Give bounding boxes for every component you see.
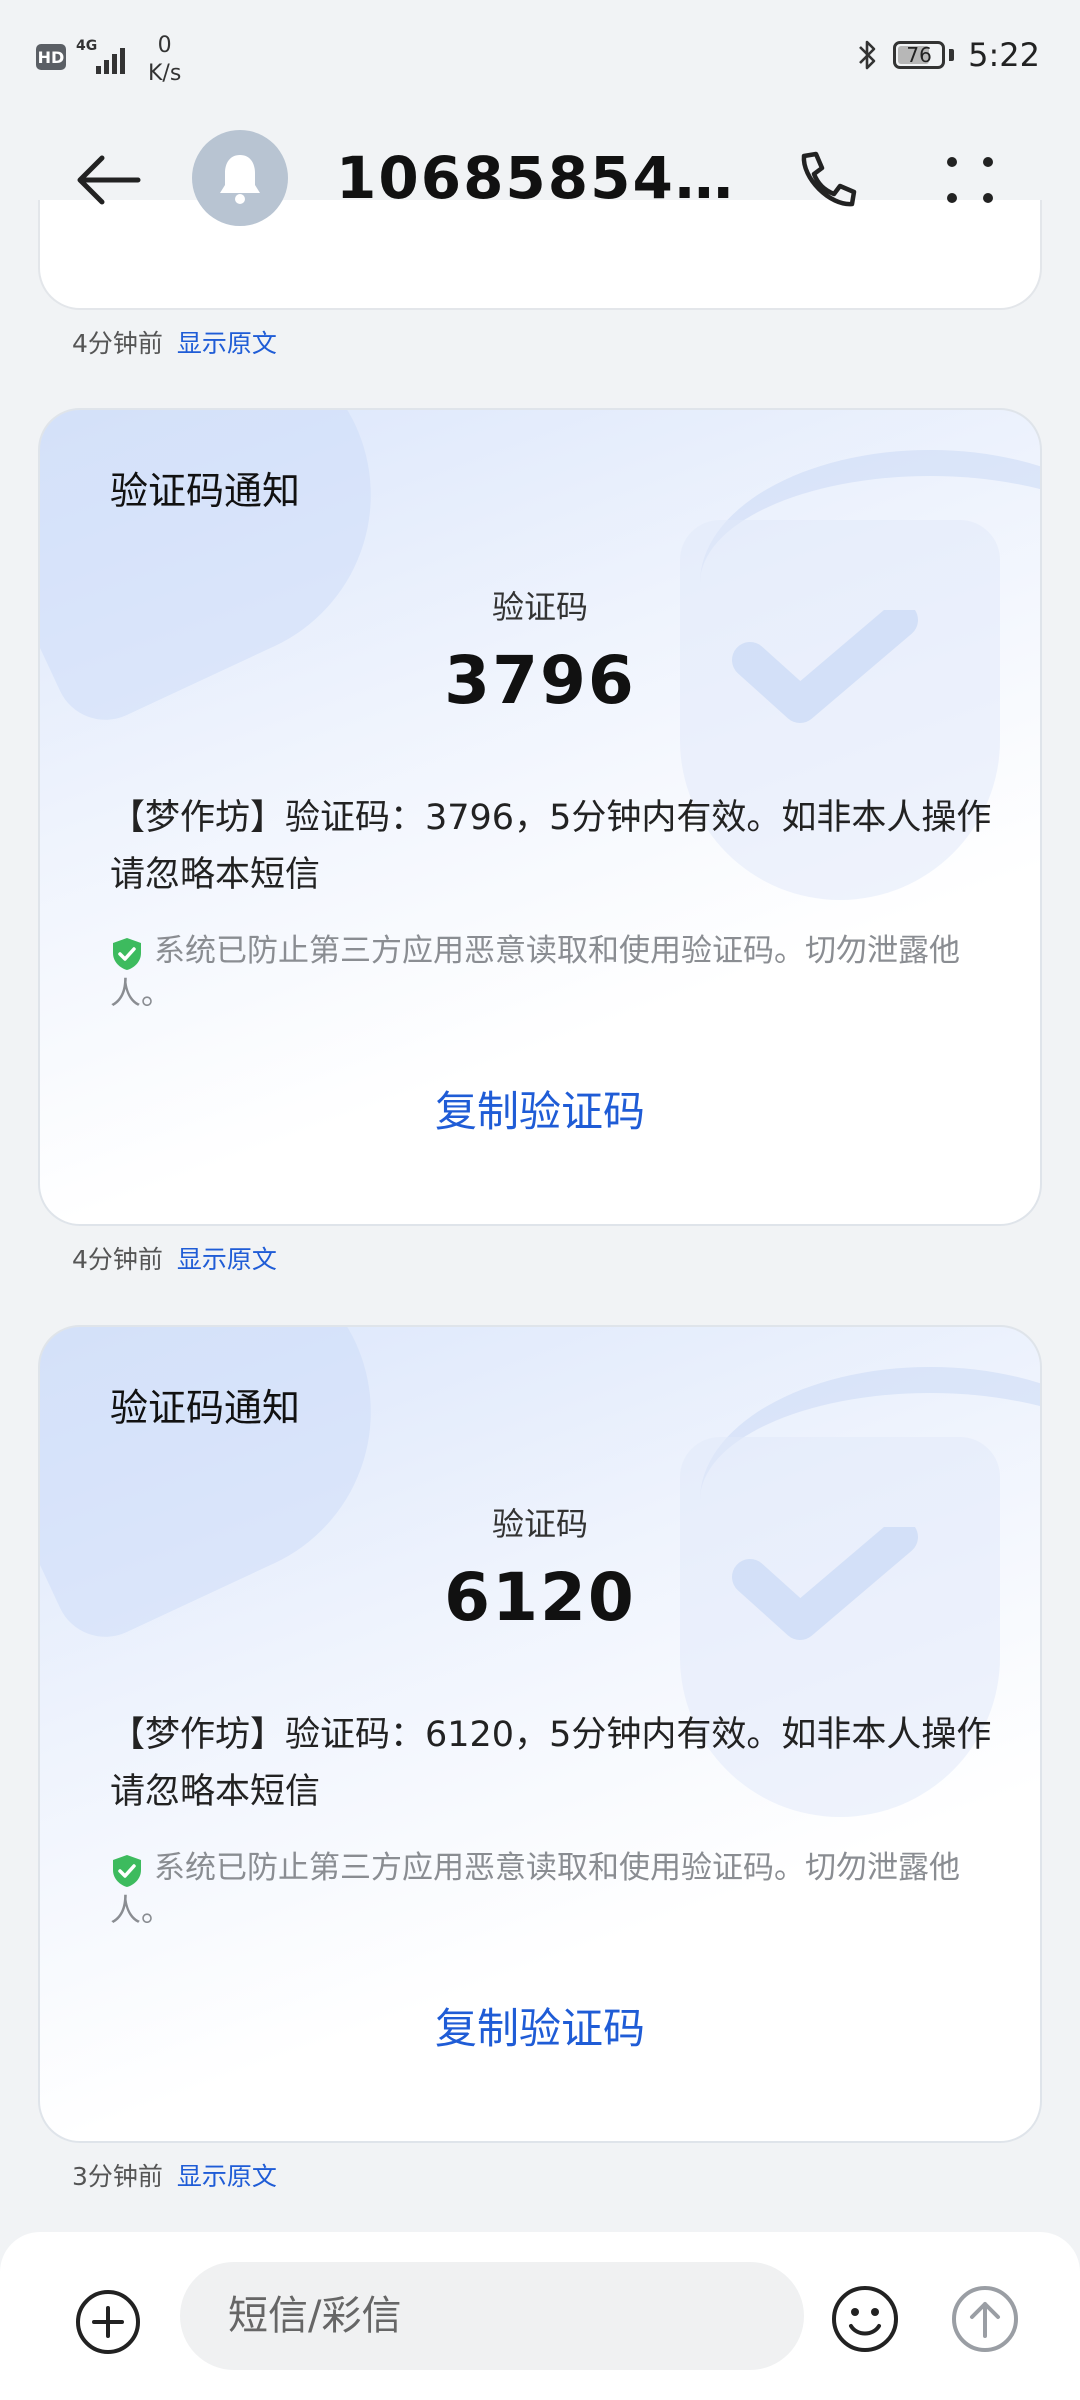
security-note-text: 系统已防止第三方应用恶意读取和使用验证码。切勿泄露他人。 bbox=[110, 933, 960, 1012]
verification-code-card: 验证码通知 验证码 6120 【梦作坊】验证码：6120，5分钟内有效。如非本人… bbox=[38, 1325, 1042, 2143]
shield-check-icon bbox=[113, 1855, 141, 1887]
verification-code: 3796 bbox=[444, 642, 636, 719]
send-button[interactable] bbox=[950, 2284, 1020, 2354]
more-dots-icon bbox=[947, 157, 993, 203]
show-original-link[interactable]: 显示原文 bbox=[177, 1245, 277, 1274]
message-meta: 4分钟前 显示原文 bbox=[72, 1240, 277, 1276]
contact-name: 1068585434… bbox=[336, 144, 756, 212]
net-speed-value: 0 bbox=[157, 33, 172, 58]
security-note-text: 系统已防止第三方应用恶意读取和使用验证码。切勿泄露他人。 bbox=[110, 1850, 960, 1929]
verification-code-card: 验证码通知 验证码 3796 【梦作坊】验证码：3796，5分钟内有效。如非本人… bbox=[38, 408, 1042, 1226]
show-original-link[interactable]: 显示原文 bbox=[177, 329, 277, 358]
message-time: 3分钟前 bbox=[72, 2162, 163, 2191]
card-title: 验证码通知 bbox=[110, 1386, 301, 1430]
verification-code: 6120 bbox=[444, 1559, 636, 1636]
network-type-label: 4G bbox=[76, 38, 98, 54]
smiley-icon bbox=[832, 2286, 898, 2352]
conversation-header: 1068585434… bbox=[0, 120, 1080, 240]
composer-bar bbox=[0, 2232, 1080, 2400]
net-speed: 0 K/s bbox=[148, 32, 181, 88]
more-options-button[interactable] bbox=[940, 150, 1000, 210]
sms-body: 【梦作坊】验证码：6120，5分钟内有效。如非本人操作请忽略本短信 bbox=[110, 1715, 992, 1812]
emoji-button[interactable] bbox=[830, 2284, 900, 2354]
bluetooth-icon bbox=[857, 38, 879, 72]
card-title: 验证码通知 bbox=[110, 469, 301, 513]
bell-icon bbox=[220, 155, 260, 204]
copy-code-button[interactable]: 复制验证码 bbox=[40, 1995, 1040, 2056]
arrow-up-circle-icon bbox=[952, 2286, 1018, 2352]
avatar[interactable] bbox=[192, 130, 288, 226]
message-time: 4分钟前 bbox=[72, 329, 163, 358]
hd-badge: HD bbox=[36, 44, 66, 70]
battery-icon: 76 bbox=[893, 41, 946, 69]
cellular-signal-icon: 4G bbox=[76, 34, 132, 74]
back-button[interactable] bbox=[72, 150, 144, 210]
add-attachment-button[interactable] bbox=[74, 2288, 142, 2356]
security-note: 系统已防止第三方应用恶意读取和使用验证码。切勿泄露他人。 bbox=[110, 1847, 1000, 1933]
copy-code-button[interactable]: 复制验证码 bbox=[40, 1078, 1040, 1139]
arrow-left-icon bbox=[77, 155, 141, 205]
shield-check-icon bbox=[113, 938, 141, 970]
clock: 5:22 bbox=[968, 36, 1040, 74]
message-time: 4分钟前 bbox=[72, 1245, 163, 1274]
security-note: 系统已防止第三方应用恶意读取和使用验证码。切勿泄露他人。 bbox=[110, 930, 1000, 1016]
show-original-link[interactable]: 显示原文 bbox=[177, 2162, 277, 2191]
code-label: 验证码 bbox=[491, 588, 588, 626]
sms-input[interactable] bbox=[180, 2262, 804, 2370]
status-bar: HD 4G 0 K/s 76 5:22 bbox=[0, 0, 1080, 120]
message-meta: 4分钟前 显示原文 bbox=[72, 324, 277, 360]
plus-circle-icon bbox=[76, 2290, 140, 2354]
call-button[interactable] bbox=[790, 146, 860, 216]
phone-icon bbox=[801, 151, 857, 207]
net-speed-unit: K/s bbox=[148, 61, 182, 86]
code-label: 验证码 bbox=[491, 1505, 588, 1543]
message-meta: 3分钟前 显示原文 bbox=[72, 2157, 277, 2193]
sms-body: 【梦作坊】验证码：3796，5分钟内有效。如非本人操作请忽略本短信 bbox=[110, 798, 992, 895]
battery-level: 76 bbox=[906, 43, 932, 67]
